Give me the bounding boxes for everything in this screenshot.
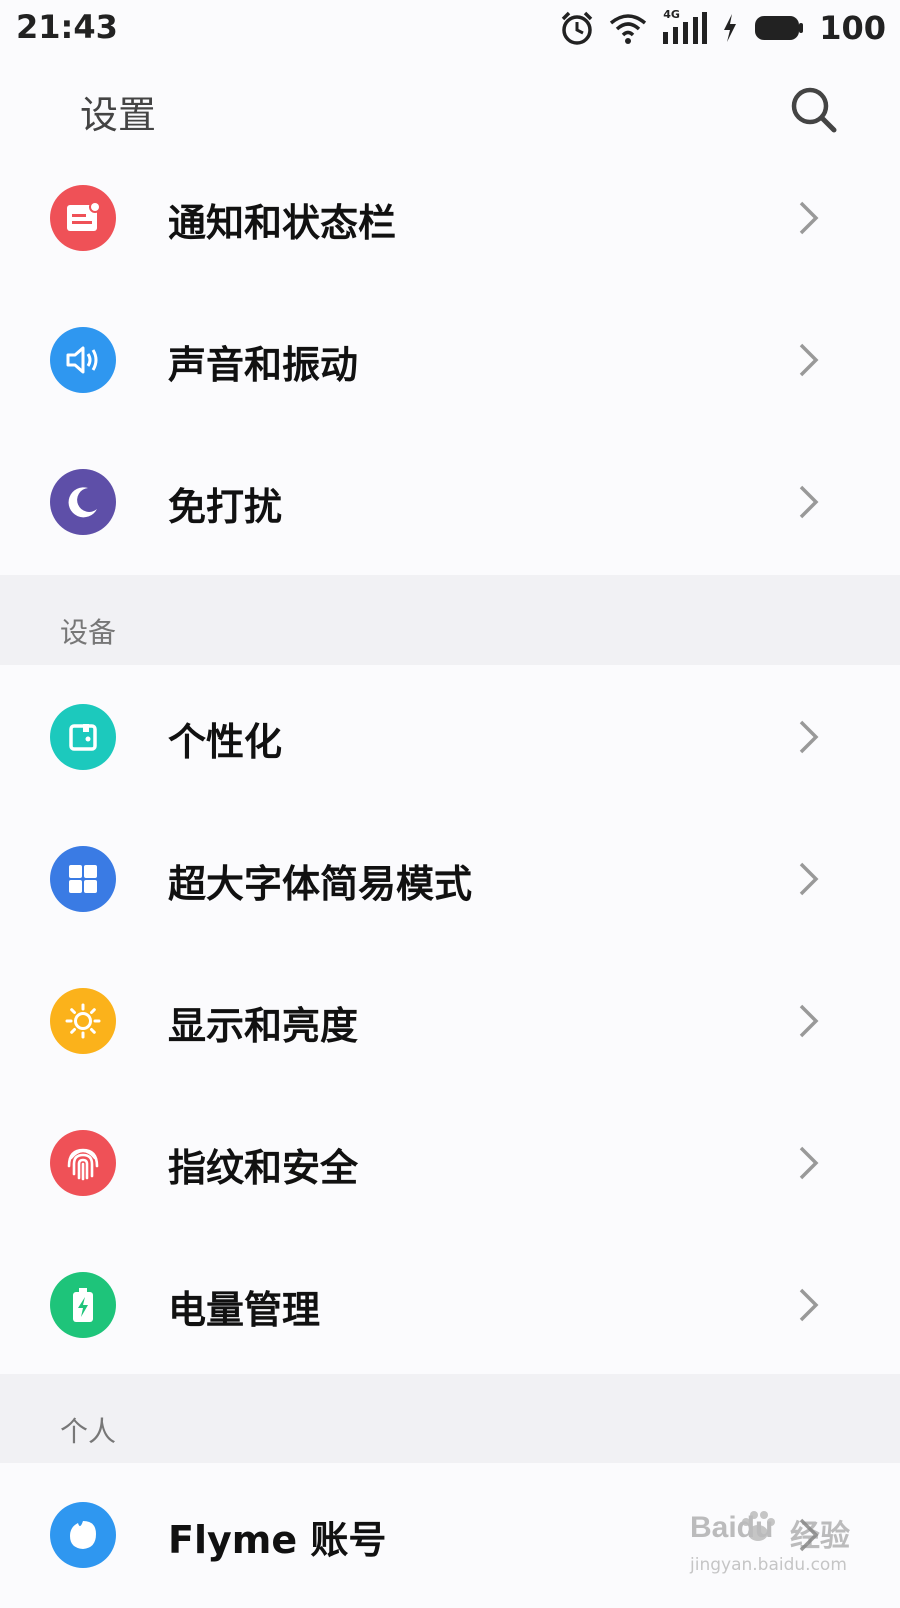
notification-icon (50, 185, 116, 251)
signal-group: 4G (661, 8, 708, 46)
section-title: 设备 (60, 616, 117, 649)
charging-icon (724, 14, 737, 42)
chevron-right-icon (799, 485, 819, 519)
grid-icon (50, 846, 116, 912)
item-label: 通知和状态栏 (168, 201, 397, 245)
item-label: 声音和振动 (168, 343, 359, 387)
chevron-right-icon (799, 1288, 819, 1322)
item-label: 免打扰 (168, 485, 283, 529)
settings-item-notifications[interactable]: 通知和状态栏 (0, 146, 900, 291)
battery-icon (755, 16, 804, 40)
moon-icon (50, 469, 116, 535)
search-icon (791, 87, 837, 133)
settings-item-flyme-account[interactable]: Flyme 账号 (0, 1463, 900, 1608)
brightness-icon (50, 988, 116, 1054)
search-button[interactable] (788, 84, 840, 136)
chevron-right-icon (799, 720, 819, 754)
section-title: 个人 (60, 1415, 117, 1448)
item-label: Flyme 账号 (168, 1518, 387, 1562)
item-label: 电量管理 (168, 1288, 321, 1332)
battery-percent: 100 (819, 9, 886, 47)
fingerprint-icon (50, 1130, 116, 1196)
status-bar: 21:43 4G 100 (0, 0, 900, 56)
volume-icon (50, 327, 116, 393)
alarm-icon (561, 11, 593, 45)
account-icon (50, 1502, 116, 1568)
chevron-right-icon (799, 201, 819, 235)
wifi-icon (610, 14, 647, 44)
signal-icon (663, 12, 708, 44)
settings-item-sound[interactable]: 声音和振动 (0, 288, 900, 433)
status-time: 21:43 (16, 8, 118, 46)
chevron-right-icon (799, 1518, 819, 1552)
section-header-device: 设备 (0, 575, 900, 665)
section-header-personal: 个人 (0, 1374, 900, 1464)
settings-item-battery[interactable]: 电量管理 (0, 1233, 900, 1378)
item-label: 显示和亮度 (168, 1004, 359, 1048)
item-label: 超大字体简易模式 (168, 862, 473, 906)
battery-saver-icon (50, 1272, 116, 1338)
settings-item-display[interactable]: 显示和亮度 (0, 949, 900, 1094)
item-label: 指纹和安全 (168, 1146, 359, 1190)
item-label: 个性化 (168, 720, 283, 764)
settings-item-do-not-disturb[interactable]: 免打扰 (0, 430, 900, 575)
chevron-right-icon (799, 1004, 819, 1038)
chevron-right-icon (799, 862, 819, 896)
page-title: 设置 (80, 93, 157, 137)
status-icons: 4G 100 (559, 6, 886, 50)
settings-item-personalization[interactable]: 个性化 (0, 665, 900, 810)
chevron-right-icon (799, 343, 819, 377)
settings-item-large-font-mode[interactable]: 超大字体简易模式 (0, 807, 900, 952)
personalize-icon (50, 704, 116, 770)
chevron-right-icon (799, 1146, 819, 1180)
settings-item-fingerprint[interactable]: 指纹和安全 (0, 1091, 900, 1236)
